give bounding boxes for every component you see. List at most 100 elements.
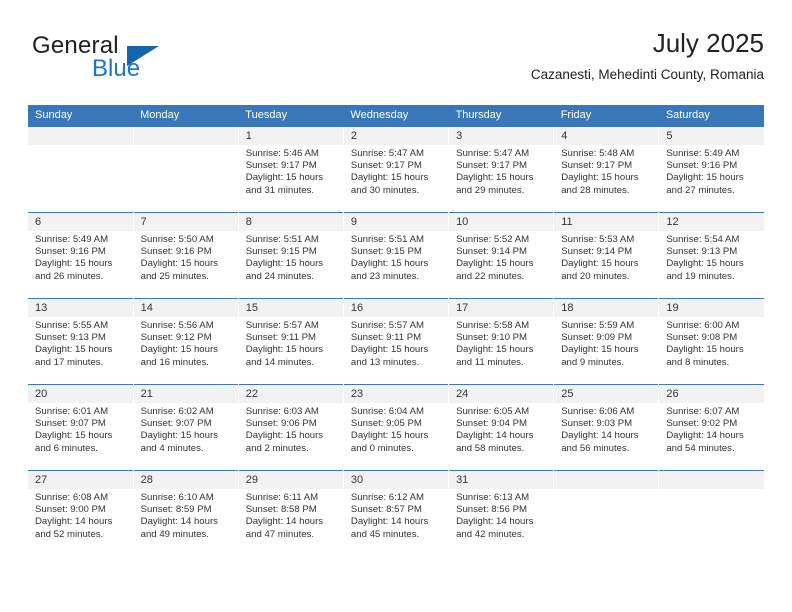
calendar-day-cell[interactable]: 23 Sunrise: 6:04 AM Sunset: 9:05 PM Dayligh… [342,384,449,471]
day-sun-info: Sunrise: 5:51 AM Sunset: 9:15 PM Daylight:… [344,231,448,283]
weekday-header-saturday: Saturday [658,105,764,127]
calendar-day-cell[interactable]: 27 Sunrise: 6:08 AM Sunset: 9:00 PM Dayligh… [28,470,134,556]
daylight-text: Daylight: 14 hours and 45 minutes. [350,516,429,540]
calendar-day-cell[interactable]: 31 Sunrise: 6:13 AM Sunset: 8:56 PM Dayligh… [448,470,554,556]
sunrise-text: Sunrise: 6:04 AM [350,406,424,417]
calendar-day-cell[interactable]: 5 Sunrise: 5:49 AM Sunset: 9:16 PM Daylight… [658,126,764,213]
day-sun-info: Sunrise: 5:53 AM Sunset: 9:14 PM Daylight:… [554,231,658,283]
page-header: General Blue July 2025 Cazanesti, Mehedi… [28,28,764,96]
calendar-day-cell[interactable]: 12 Sunrise: 5:54 AM Sunset: 9:13 PM Dayligh… [658,212,764,299]
sunset-text: Sunset: 9:17 PM [456,160,527,172]
daylight-text: Daylight: 14 hours and 47 minutes. [245,516,324,540]
calendar-day-cell[interactable]: 4 Sunrise: 5:48 AM Sunset: 9:17 PM Daylight… [553,126,659,213]
daylight-text: Daylight: 15 hours and 22 minutes. [456,258,534,282]
day-sun-info: Sunrise: 5:57 AM Sunset: 9:11 PM Daylight:… [344,317,448,369]
sunrise-text: Sunrise: 6:00 AM [666,320,740,331]
day-cell-inner [133,127,238,212]
daylight-text: Daylight: 15 hours and 23 minutes. [350,258,429,282]
day-sun-info: Sunrise: 5:58 AM Sunset: 9:10 PM Daylight:… [449,317,553,369]
day-sun-info: Sunrise: 6:08 AM Sunset: 9:00 PM Daylight:… [28,489,133,541]
day-number: 21 [133,385,238,403]
day-number: 26 [659,385,764,403]
sunrise-text: Sunrise: 5:54 AM [666,234,740,245]
day-sun-info: Sunrise: 6:04 AM Sunset: 9:05 PM Daylight:… [344,403,448,455]
calendar-day-cell[interactable]: 9 Sunrise: 5:51 AM Sunset: 9:15 PM Daylight… [342,212,449,299]
calendar-day-cell[interactable]: 2 Sunrise: 5:47 AM Sunset: 9:17 PM Daylight… [342,126,449,213]
sunset-text: Sunset: 9:07 PM [140,418,212,430]
day-cell-inner: 10 Sunrise: 5:52 AM Sunset: 9:14 PM Dayligh… [449,213,554,298]
day-number: 12 [659,213,764,231]
sunset-text: Sunset: 9:03 PM [561,418,633,430]
general-blue-logo[interactable]: General Blue [32,32,222,88]
calendar-day-cell[interactable]: 8 Sunrise: 5:51 AM Sunset: 9:15 PM Daylight… [237,212,344,299]
weekday-header-row: Sunday Monday Tuesday Wednesday Thursday… [28,105,764,127]
day-number: 8 [238,213,343,231]
calendar-day-cell[interactable]: 28 Sunrise: 6:10 AM Sunset: 8:59 PM Dayligh… [132,470,239,556]
day-cell-inner: 9 Sunrise: 5:51 AM Sunset: 9:15 PM Daylight… [343,213,449,298]
day-sun-info: Sunrise: 5:51 AM Sunset: 9:15 PM Daylight:… [239,231,343,283]
calendar-day-cell[interactable]: 6 Sunrise: 5:49 AM Sunset: 9:16 PM Daylight… [28,212,134,299]
day-number: 9 [343,213,449,231]
day-number: 30 [343,471,449,489]
calendar-day-cell[interactable]: 16 Sunrise: 5:57 AM Sunset: 9:11 PM Dayligh… [342,298,449,385]
calendar-day-cell[interactable]: 22 Sunrise: 6:03 AM Sunset: 9:06 PM Dayligh… [237,384,344,471]
calendar-day-cell[interactable]: 30 Sunrise: 6:12 AM Sunset: 8:57 PM Dayligh… [342,470,449,556]
calendar-day-cell[interactable]: 14 Sunrise: 5:56 AM Sunset: 9:12 PM Dayligh… [132,298,239,385]
sunrise-text: Sunrise: 5:56 AM [140,320,214,331]
daylight-text: Daylight: 15 hours and 20 minutes. [561,258,639,282]
calendar-day-cell[interactable]: 18 Sunrise: 5:59 AM Sunset: 9:09 PM Dayligh… [553,298,659,385]
sunrise-text: Sunrise: 5:51 AM [245,234,319,245]
calendar-day-cell[interactable]: 17 Sunrise: 5:58 AM Sunset: 9:10 PM Dayligh… [448,298,554,385]
calendar-day-cell[interactable]: 10 Sunrise: 5:52 AM Sunset: 9:14 PM Dayligh… [448,212,554,299]
day-sun-info: Sunrise: 5:49 AM Sunset: 9:16 PM Daylight:… [659,145,764,197]
calendar-day-cell[interactable]: 25 Sunrise: 6:06 AM Sunset: 9:03 PM Dayligh… [553,384,659,471]
day-sun-info: Sunrise: 6:03 AM Sunset: 9:06 PM Daylight:… [239,403,343,455]
day-cell-inner: 2 Sunrise: 5:47 AM Sunset: 9:17 PM Daylight… [343,127,449,212]
day-cell-inner: 28 Sunrise: 6:10 AM Sunset: 8:59 PM Dayligh… [133,471,238,556]
calendar-day-cell-empty [132,126,239,213]
calendar-day-cell[interactable]: 3 Sunrise: 5:47 AM Sunset: 9:17 PM Daylight… [448,126,554,213]
day-sun-info: Sunrise: 5:50 AM Sunset: 9:16 PM Daylight:… [134,231,238,283]
day-sun-info: Sunrise: 5:46 AM Sunset: 9:17 PM Daylight:… [239,145,343,197]
calendar-day-cell[interactable]: 21 Sunrise: 6:02 AM Sunset: 9:07 PM Dayligh… [132,384,239,471]
day-sun-info: Sunrise: 6:01 AM Sunset: 9:07 PM Daylight:… [28,403,133,455]
day-sun-info: Sunrise: 5:49 AM Sunset: 9:16 PM Daylight:… [28,231,133,283]
calendar-day-cell[interactable]: 24 Sunrise: 6:05 AM Sunset: 9:04 PM Dayligh… [448,384,554,471]
day-number: 18 [554,299,659,317]
calendar-day-cell[interactable]: 13 Sunrise: 5:55 AM Sunset: 9:13 PM Dayligh… [28,298,134,385]
day-number: 16 [343,299,449,317]
day-number: 20 [28,385,133,403]
sunrise-text: Sunrise: 6:05 AM [456,406,530,417]
calendar-day-cell[interactable]: 19 Sunrise: 6:00 AM Sunset: 9:08 PM Dayligh… [658,298,764,385]
day-cell-inner: 7 Sunrise: 5:50 AM Sunset: 9:16 PM Daylight… [133,213,238,298]
daylight-text: Daylight: 15 hours and 9 minutes. [561,344,639,368]
sunrise-text: Sunrise: 5:52 AM [456,234,530,245]
sunset-text: Sunset: 9:09 PM [561,332,633,344]
day-number [554,471,659,489]
day-number: 28 [133,471,238,489]
sunset-text: Sunset: 9:15 PM [350,246,422,258]
page-title: July 2025 [652,28,764,58]
weekday-header-thursday: Thursday [448,105,554,127]
sunrise-text: Sunrise: 6:13 AM [456,492,530,503]
day-number: 2 [343,127,449,145]
day-number: 17 [449,299,554,317]
calendar-day-cell[interactable]: 29 Sunrise: 6:11 AM Sunset: 8:58 PM Dayligh… [237,470,344,556]
sunset-text: Sunset: 9:14 PM [456,246,527,258]
weekday-header-monday: Monday [133,105,239,127]
daylight-text: Daylight: 15 hours and 24 minutes. [245,258,324,282]
calendar-day-cell[interactable]: 15 Sunrise: 5:57 AM Sunset: 9:11 PM Dayligh… [237,298,344,385]
day-number: 13 [28,299,133,317]
calendar-week-row: 1 Sunrise: 5:46 AM Sunset: 9:17 PM Daylight… [28,126,764,213]
calendar-day-cell[interactable]: 20 Sunrise: 6:01 AM Sunset: 9:07 PM Dayligh… [28,384,134,471]
day-sun-info: Sunrise: 6:10 AM Sunset: 8:59 PM Daylight:… [134,489,238,541]
calendar-day-cell[interactable]: 7 Sunrise: 5:50 AM Sunset: 9:16 PM Daylight… [132,212,239,299]
sunrise-text: Sunrise: 5:48 AM [561,148,635,159]
sunrise-text: Sunrise: 5:55 AM [35,320,109,331]
day-cell-inner: 16 Sunrise: 5:57 AM Sunset: 9:11 PM Dayligh… [343,299,449,384]
calendar-day-cell[interactable]: 26 Sunrise: 6:07 AM Sunset: 9:02 PM Dayligh… [658,384,764,471]
day-number [133,127,238,145]
calendar-day-cell[interactable]: 11 Sunrise: 5:53 AM Sunset: 9:14 PM Dayligh… [553,212,659,299]
day-sun-info: Sunrise: 6:13 AM Sunset: 8:56 PM Daylight:… [449,489,553,541]
calendar-day-cell[interactable]: 1 Sunrise: 5:46 AM Sunset: 9:17 PM Daylight… [237,126,344,213]
